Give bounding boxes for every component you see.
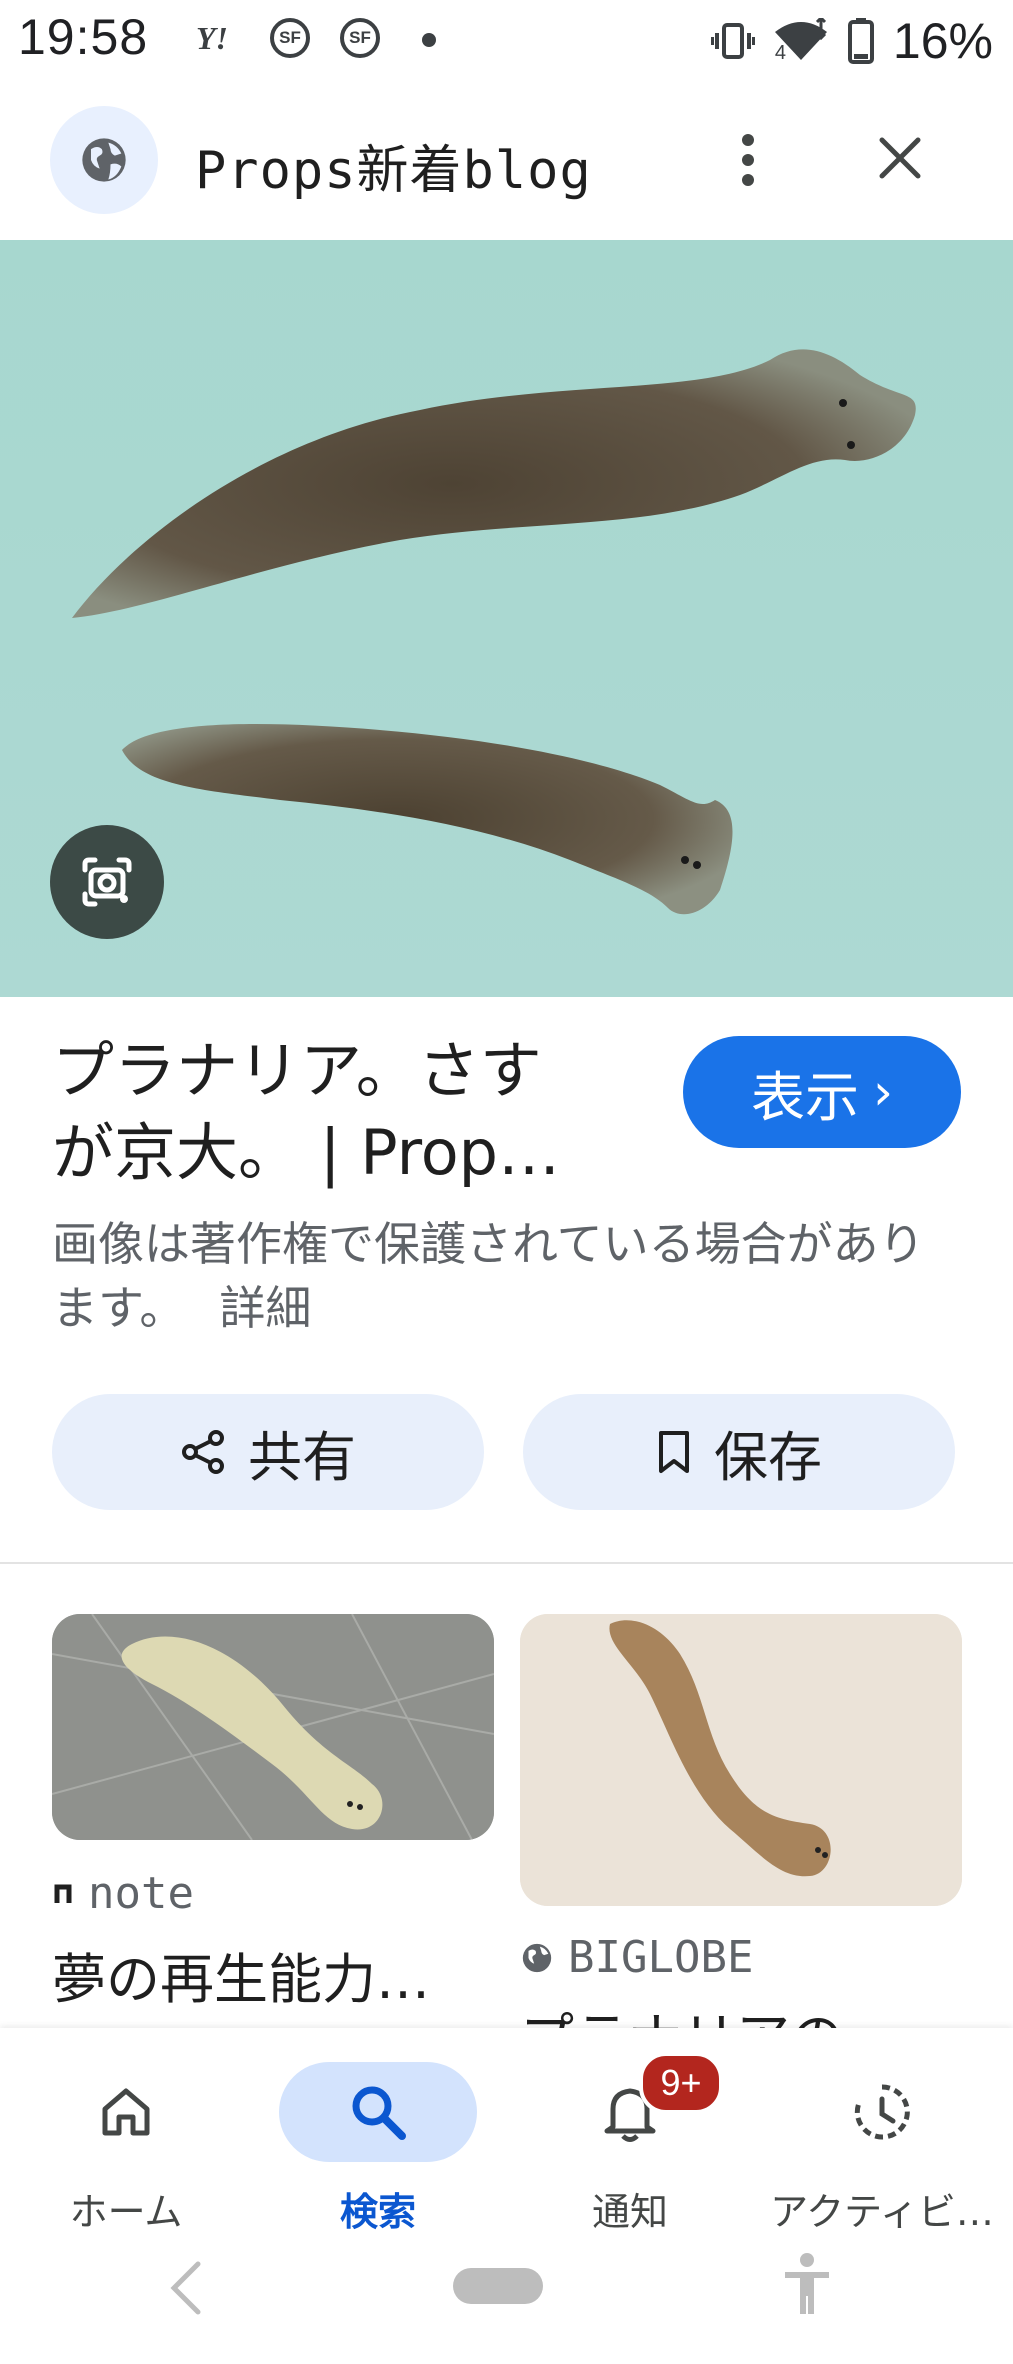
sf-notification-icon: SF <box>270 18 310 58</box>
close-button[interactable] <box>868 126 932 190</box>
globe-icon <box>82 138 126 182</box>
search-icon <box>352 2086 406 2140</box>
related-source-1: note <box>52 1868 194 1919</box>
system-home-handle[interactable] <box>453 2268 543 2304</box>
nav-search-label: 検索 <box>339 2190 416 2234</box>
related-image-1[interactable] <box>52 1614 494 1840</box>
nav-home-pill <box>27 2062 225 2162</box>
related-image-2[interactable] <box>520 1614 962 1906</box>
nav-activity-pill <box>783 2062 981 2162</box>
notification-badge: 9+ <box>639 2052 723 2114</box>
wifi-icon: 4 <box>773 15 829 64</box>
save-button[interactable]: 保存 <box>523 1394 955 1510</box>
clock: 19:58 <box>18 9 149 65</box>
copyright-text: 画像は著作権で保護されている場合があります。 <box>52 1217 925 1335</box>
details-link[interactable]: 詳細 <box>219 1281 311 1335</box>
view-button-label: 表示 <box>751 1065 859 1129</box>
hero-image[interactable] <box>0 240 1013 997</box>
result-title[interactable]: プラナリア。さす が京大。 | Prop… <box>52 1030 652 1194</box>
more-options-button[interactable] <box>718 124 778 196</box>
nav-search[interactable]: 検索 <box>253 2046 503 2246</box>
activity-icon <box>854 2084 910 2140</box>
nav-home[interactable]: ホーム <box>1 2046 251 2246</box>
bottom-navigation: ホーム 検索 9+ 通知 アクティビ… <box>0 2028 1013 2364</box>
battery-percent: 16% <box>892 13 993 69</box>
nav-notifications[interactable]: 9+ 通知 <box>505 2046 755 2246</box>
result-title-line-1: プラナリア。さす <box>52 1034 542 1107</box>
sf-notification-icon-2: SF <box>340 18 380 58</box>
related-photo-2 <box>520 1614 962 1906</box>
share-icon <box>182 1430 224 1474</box>
close-icon <box>879 137 921 179</box>
related-source-2: BIGLOBE <box>520 1932 753 1983</box>
nav-activity[interactable]: アクティビ… <box>757 2046 1007 2246</box>
related-source-1-name: note <box>88 1868 194 1919</box>
globe-icon <box>522 1943 552 1972</box>
related-source-2-name: BIGLOBE <box>568 1932 754 1983</box>
site-favicon <box>50 106 158 214</box>
nav-home-label: ホーム <box>69 2190 183 2234</box>
status-bar: 19:58 Y! SF SF 4 16% <box>0 0 1013 82</box>
accessibility-icon[interactable] <box>782 2252 832 2318</box>
nav-notifications-label: 通知 <box>591 2190 668 2234</box>
battery-icon <box>847 18 874 64</box>
site-title[interactable]: Props新着blog <box>195 128 592 203</box>
more-vert-icon <box>742 134 754 186</box>
google-lens-icon <box>82 857 132 907</box>
share-button[interactable]: 共有 <box>52 1394 484 1510</box>
note-icon <box>54 1884 72 1903</box>
status-icons: 4 16% <box>710 8 993 74</box>
home-icon <box>102 2088 150 2136</box>
view-button[interactable]: 表示 › <box>683 1036 961 1148</box>
copyright-notice: 画像は著作権で保護されている場合があります。 詳細 <box>52 1212 952 1340</box>
related-photo-1 <box>52 1614 494 1840</box>
result-title-line-2: が京大。 | Prop… <box>52 1116 561 1189</box>
nav-search-pill <box>279 2062 477 2162</box>
bookmark-icon <box>659 1431 689 1473</box>
yahoo-notification-icon: Y! <box>196 20 228 56</box>
share-label: 共有 <box>248 1425 356 1489</box>
google-lens-button[interactable] <box>50 825 164 939</box>
related-title-1[interactable]: 夢の再生能力… <box>52 1935 492 2011</box>
more-notifications-dot <box>422 33 436 47</box>
nav-activity-label: アクティビ… <box>770 2190 994 2234</box>
related-title-2[interactable]: プラナリアの… <box>520 1994 960 2028</box>
save-label: 保存 <box>714 1425 822 1489</box>
source-header: Props新着blog <box>0 100 1013 218</box>
system-back-icon[interactable] <box>166 2258 206 2318</box>
chevron-right-icon: › <box>873 1063 893 1121</box>
section-divider <box>0 1562 1013 1564</box>
vibrate-icon <box>710 23 755 59</box>
network-type: 4 <box>774 42 787 64</box>
